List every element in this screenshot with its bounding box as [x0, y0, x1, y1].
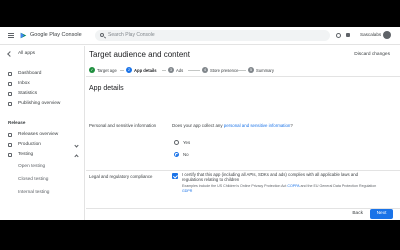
personal-info-link[interactable]: personal and sensitive information	[224, 123, 291, 128]
sidebar-item-statistics[interactable]: Statistics	[0, 89, 84, 99]
step-label: Summary	[256, 67, 274, 73]
back-button[interactable]: Back	[352, 211, 363, 216]
certify-checkbox[interactable]	[172, 173, 178, 179]
testing-icon	[8, 153, 12, 157]
sidebar-item-dashboard[interactable]: Dashboard	[0, 69, 84, 79]
all-apps-link[interactable]: All apps	[0, 49, 84, 59]
sidebar-item-label: Production	[18, 142, 41, 147]
check-icon: ✓	[89, 67, 95, 73]
sidebar-item-production[interactable]: Production	[0, 140, 84, 150]
statistics-icon	[8, 92, 12, 96]
step-connector	[238, 70, 246, 71]
back-arrow-icon	[7, 51, 13, 57]
menu-icon[interactable]	[8, 33, 14, 38]
question-text: Does your app collect any	[172, 123, 224, 128]
discard-changes-button[interactable]: Discard changes	[354, 52, 390, 57]
sidebar: All apps Dashboard Inbox Statistics Publ…	[0, 46, 85, 220]
sidebar-item-label: Statistics	[18, 91, 38, 96]
releases-icon	[8, 133, 12, 137]
gdpr-link[interactable]: GDPR	[182, 189, 192, 193]
sidebar-item-label: Open testing	[18, 164, 46, 169]
step-number: 4	[202, 67, 208, 73]
sidebar-item-inbox[interactable]: Inbox	[0, 79, 84, 89]
account-name[interactable]: Sascalabs	[360, 32, 381, 37]
sidebar-item-label: Inbox	[18, 81, 30, 86]
next-button[interactable]: Next	[370, 209, 393, 219]
radio-yes[interactable]	[174, 140, 179, 145]
step-label: Ads	[176, 67, 184, 73]
sidebar-item-publishing-overview[interactable]: Publishing overview	[0, 99, 84, 109]
play-logo-icon	[20, 32, 27, 39]
search-input[interactable]: Search Play Console	[95, 30, 330, 41]
example-text-mid: and the EU General Data Protection Regul…	[299, 184, 377, 188]
step-number: 2	[126, 67, 132, 73]
step-connector	[120, 70, 124, 71]
personal-info-label: Personal and sensitive information	[89, 123, 157, 128]
publishing-icon	[8, 102, 12, 106]
step-label: Target age	[97, 67, 117, 73]
radio-yes-label: Yes	[183, 140, 191, 145]
personal-info-question: Does your app collect any personal and s…	[172, 123, 293, 128]
certify-examples: Examples include the US Children's Onlin…	[182, 184, 387, 193]
sidebar-item-closed-testing[interactable]: Closed testing	[0, 175, 84, 185]
sidebar-item-internal-testing[interactable]: Internal testing	[0, 188, 84, 198]
help-icon[interactable]	[336, 33, 341, 38]
production-icon	[8, 143, 12, 147]
step-summary[interactable]: 5 Summary	[248, 66, 284, 74]
sidebar-item-label: Testing	[18, 152, 34, 157]
sidebar-item-label: Internal testing	[18, 190, 50, 195]
sidebar-item-label: Publishing overview	[18, 101, 61, 106]
main-content: Target audience and content Discard chan…	[86, 46, 400, 220]
step-label: Store presence	[210, 67, 239, 73]
chevron-up-icon	[74, 154, 79, 159]
question-suffix: ?	[290, 123, 293, 128]
top-bar: Google Play Console Search Play Console …	[0, 27, 400, 45]
radio-no-label: No	[183, 152, 189, 157]
avatar[interactable]	[383, 31, 391, 39]
brand-name: Google Play Console	[30, 32, 82, 38]
step-label: App details	[134, 67, 157, 73]
coppa-link[interactable]: COPPA	[287, 184, 299, 188]
chevron-down-icon	[74, 143, 79, 148]
legal-compliance-label: Legal and regulatory compliance	[89, 174, 153, 179]
certify-text: I certify that this app (including all A…	[182, 172, 359, 183]
sidebar-item-label: Closed testing	[18, 177, 49, 182]
example-text: Examples include the US Children's Onlin…	[182, 184, 288, 188]
step-number: 5	[248, 67, 254, 73]
search-placeholder: Search Play Console	[108, 32, 155, 38]
sidebar-item-releases-overview[interactable]: Releases overview	[0, 130, 84, 140]
apps-grid-icon[interactable]	[346, 33, 350, 37]
radio-no[interactable]	[174, 152, 179, 157]
search-icon	[100, 33, 104, 37]
stepper: ✓ Target age 2 App details 3 Ads 4 Store…	[86, 65, 400, 77]
sidebar-item-label: Dashboard	[18, 71, 42, 76]
inbox-icon	[8, 82, 12, 86]
sidebar-item-testing[interactable]: Testing	[0, 150, 84, 160]
divider	[86, 170, 400, 171]
section-title: App details	[89, 85, 124, 92]
step-app-details[interactable]: 2 App details	[126, 66, 166, 74]
footer-bar: Back Next	[86, 208, 400, 220]
step-connector	[162, 70, 166, 71]
all-apps-label: All apps	[18, 51, 36, 56]
page-title: Target audience and content	[89, 50, 190, 59]
release-heading: Release	[8, 120, 26, 125]
step-number: 3	[168, 67, 174, 73]
play-console-window: Google Play Console Search Play Console …	[0, 27, 400, 220]
step-connector	[188, 70, 200, 71]
step-ads[interactable]: 3 Ads	[168, 66, 188, 74]
sidebar-item-open-testing[interactable]: Open testing	[0, 162, 84, 172]
sidebar-item-label: Releases overview	[18, 132, 59, 137]
dashboard-icon	[8, 72, 12, 76]
